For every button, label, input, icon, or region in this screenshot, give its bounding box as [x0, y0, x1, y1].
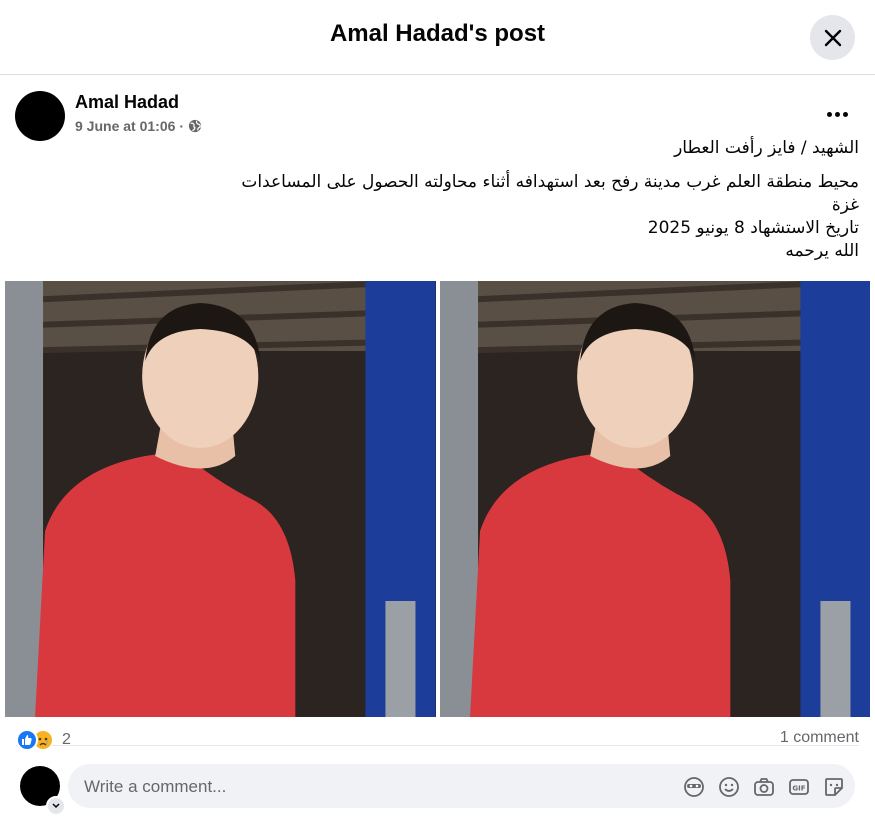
like-icon [16, 729, 38, 751]
sticker-icon[interactable] [822, 775, 845, 798]
emoji-icon[interactable] [717, 775, 740, 798]
post-dialog-header: Amal Hadad's post [0, 0, 875, 75]
comment-composer: GIF [68, 764, 855, 810]
close-icon [824, 29, 841, 46]
author-avatar[interactable] [15, 91, 65, 141]
post-meta: 9 June at 01:06 · [75, 118, 202, 134]
composer-icons: GIF [682, 775, 845, 798]
camera-icon[interactable] [752, 775, 775, 798]
svg-text:GIF: GIF [792, 784, 805, 792]
post-line: غزة [831, 195, 859, 215]
meta-separator: · [179, 118, 185, 134]
post-photo-2[interactable] [439, 281, 870, 717]
globe-icon[interactable] [188, 119, 202, 133]
more-options-button[interactable] [822, 104, 852, 124]
post-stats: 2 1 comment [16, 727, 859, 753]
post-photo-1[interactable] [5, 281, 436, 717]
chevron-down-icon[interactable] [46, 796, 66, 816]
reaction-count: 2 [62, 731, 71, 748]
post-line: محيط منطقة العلم غرب مدينة رفح بعد استهد… [241, 172, 859, 192]
close-button[interactable] [810, 15, 855, 60]
post-line: الشهيد / فايز رأفت العطار [674, 138, 859, 158]
stats-divider [16, 745, 859, 746]
post-line: الله يرحمه [785, 241, 859, 261]
avatar-sticker-icon[interactable] [682, 775, 705, 798]
reactions-summary[interactable]: 2 [16, 729, 71, 751]
dialog-title: Amal Hadad's post [329, 20, 546, 47]
post-date[interactable]: 9 June at 01:06 [75, 118, 175, 134]
post-line: تاريخ الاستشهاد 8 يونيو 2025 [647, 218, 859, 238]
photo-grid [5, 281, 870, 717]
author-name[interactable]: Amal Hadad [75, 92, 179, 113]
gif-icon[interactable]: GIF [787, 775, 810, 798]
post-text: الشهيد / فايز رأفت العطار محيط منطقة الع… [79, 137, 859, 263]
comment-input[interactable] [82, 764, 646, 810]
